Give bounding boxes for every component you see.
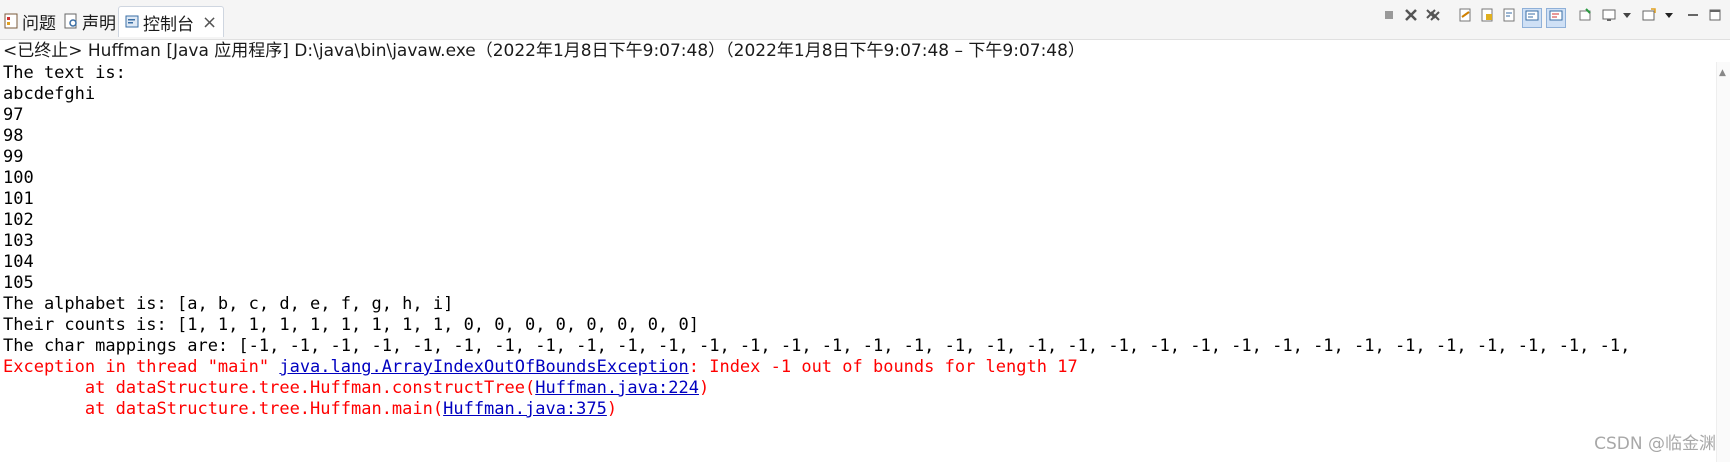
open-console-icon[interactable] (1640, 8, 1658, 26)
show-stderr-icon[interactable] (1546, 8, 1566, 28)
close-tab-icon[interactable]: × (202, 12, 217, 33)
vertical-scrollbar[interactable]: ▲ (1716, 62, 1730, 462)
problems-icon (4, 13, 18, 29)
view-tab-bar: 问题 声明 控制台 × (0, 0, 1730, 40)
console-output[interactable]: The text is: abcdefghi 97 98 99 100 101 102 103 1… (0, 62, 1716, 462)
console-line: 98 (3, 126, 24, 146)
stack-frame: at dataStructure.tree.Huffman.constructT… (3, 378, 536, 398)
console-icon (125, 14, 139, 30)
maximize-icon[interactable] (1706, 8, 1724, 26)
console-line: 101 (3, 189, 34, 209)
stack-frame-end: ) (698, 378, 710, 398)
declaration-icon (64, 13, 78, 29)
console-line: The text is: (3, 63, 126, 83)
exception-line: Exception in thread "main" java.lang.Arr… (3, 356, 1078, 379)
remove-launch-icon[interactable] (1402, 8, 1420, 26)
scroll-up-icon[interactable]: ▲ (1719, 68, 1726, 78)
pin-console-icon[interactable] (1576, 8, 1594, 26)
console-line: abcdefghi (3, 84, 96, 104)
tab-console[interactable]: 控制台 × (118, 6, 225, 37)
minimize-icon[interactable] (1684, 8, 1702, 26)
display-console-icon[interactable] (1600, 8, 1618, 26)
exception-prefix: Exception in thread "main" (3, 357, 280, 377)
exception-class-link[interactable]: java.lang.ArrayIndexOutOfBoundsException (279, 357, 688, 377)
source-link[interactable]: Huffman.java:375 (443, 399, 607, 419)
word-wrap-icon[interactable] (1500, 8, 1518, 26)
watermark: CSDN @临金渊 (1594, 434, 1716, 454)
exception-message: : Index -1 out of bounds for length 17 (688, 357, 1078, 377)
tab-console-label: 控制台 (143, 14, 194, 35)
console-line: 104 (3, 252, 34, 272)
tab-declaration-label: 声明 (82, 13, 116, 34)
console-line: The alphabet is: [a, b, c, d, e, f, g, h… (3, 294, 454, 314)
stack-frame: at dataStructure.tree.Huffman.main( (3, 399, 444, 419)
scroll-lock-icon[interactable] (1478, 8, 1496, 26)
stack-frame-end: ) (606, 399, 618, 419)
tab-problems-label: 问题 (22, 13, 56, 34)
console-line: 100 (3, 168, 34, 188)
console-line: 105 (3, 273, 34, 293)
stack-trace-line: at dataStructure.tree.Huffman.constructT… (3, 377, 709, 400)
tab-declaration[interactable]: 声明 (64, 6, 116, 36)
stack-trace-line: at dataStructure.tree.Huffman.main(Huffm… (3, 398, 617, 421)
console-line: 97 (3, 105, 24, 125)
stop-icon[interactable] (1380, 8, 1398, 26)
remove-all-icon[interactable] (1424, 8, 1442, 26)
source-link[interactable]: Huffman.java:224 (535, 378, 699, 398)
console-line: 103 (3, 231, 34, 251)
show-stdout-icon[interactable] (1522, 8, 1542, 28)
clear-console-icon[interactable] (1456, 8, 1474, 26)
console-line: 99 (3, 147, 24, 167)
launch-status: <已终止> Huffman [Java 应用程序] D:\java\bin\ja… (3, 41, 1085, 61)
display-console-dropdown-icon[interactable] (1618, 8, 1636, 26)
console-line: The char mappings are: [-1, -1, -1, -1, … (3, 336, 1631, 356)
tab-problems[interactable]: 问题 (4, 6, 56, 36)
open-console-dropdown-icon[interactable] (1660, 8, 1678, 26)
console-line: Their counts is: [1, 1, 1, 1, 1, 1, 1, 1… (3, 315, 699, 335)
console-line: 102 (3, 210, 34, 230)
